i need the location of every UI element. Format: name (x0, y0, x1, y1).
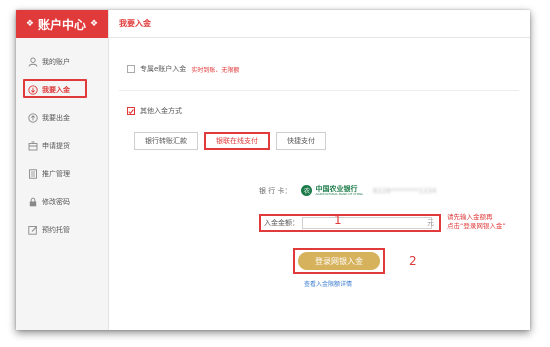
view-limit-link[interactable]: 查看入金限额详情 (304, 279, 352, 288)
other-deposit-option[interactable]: 其他入金方式 (127, 106, 182, 116)
sidebar-item-label: 预约托管 (42, 226, 70, 234)
step-2-marker: 2 (409, 254, 417, 268)
sidebar-item-my-account[interactable]: 我的账户 (16, 50, 108, 74)
bank-account-number: 6228********1234 (372, 186, 437, 195)
user-icon (28, 57, 38, 67)
document-icon (28, 169, 38, 179)
abc-logo-icon: 农 (301, 185, 313, 196)
hint-line-2: 点击“登录网银入金” (447, 222, 506, 230)
hint-note: 请先输入金额再 点击“登录网银入金” (447, 213, 506, 231)
withdraw-icon (28, 113, 38, 123)
sidebar-item-label: 推广管理 (42, 170, 70, 178)
bank-card-row: 银 行 卡： 农 中国农业银行 AGRICULTURAL BANK OF CHI… (259, 185, 436, 196)
sidebar-item-label: 申请提货 (42, 142, 70, 150)
sidebar-item-deposit[interactable]: 我要入金 (16, 78, 108, 102)
sidebar-item-label: 我要出金 (42, 114, 70, 122)
tab-bank-transfer[interactable]: 银行转账汇款 (134, 132, 198, 150)
sidebar-item-custody[interactable]: 预约托管 (16, 218, 108, 242)
app-window: ❖ 账户中心 ❖ 我的账户 我要入金 我要出金 申请提货 推广管理 修改密码 预… (16, 10, 530, 330)
exclusive-note: 实时到账、无限额 (191, 66, 240, 74)
currency-unit: 元 (427, 219, 434, 227)
tab-quick-pay[interactable]: 快捷支付 (276, 132, 326, 150)
sidebar-item-password[interactable]: 修改密码 (16, 190, 108, 214)
diamond-icon: ❖ (90, 19, 99, 29)
tab-unionpay-online[interactable]: 银联在线支付 (204, 132, 270, 150)
sidebar-item-label: 修改密码 (42, 198, 70, 206)
sidebar-item-label: 我的账户 (42, 58, 70, 66)
box-icon (28, 141, 38, 151)
sidebar-item-withdraw[interactable]: 我要出金 (16, 106, 108, 130)
login-online-banking-button[interactable]: 登录网银入金 (298, 252, 380, 270)
amount-input[interactable] (302, 217, 432, 229)
payment-tabs: 银行转账汇款 银联在线支付 快捷支付 (134, 132, 326, 150)
other-checkbox[interactable] (127, 107, 135, 115)
bank-name: 中国农业银行 AGRICULTURAL BANK OF CHINA (315, 185, 363, 196)
sidebar: ❖ 账户中心 ❖ 我的账户 我要入金 我要出金 申请提货 推广管理 修改密码 预… (16, 10, 109, 330)
sidebar-title: 账户中心 (37, 17, 86, 32)
page-title: 我要入金 (109, 10, 530, 38)
check-icon (128, 108, 134, 114)
exclusive-label: 专属e账户入金 (140, 65, 187, 73)
other-label: 其他入金方式 (140, 107, 182, 115)
login-button-highlight: 登录网银入金 (293, 248, 385, 274)
sidebar-header: ❖ 账户中心 ❖ (16, 10, 108, 38)
sidebar-item-label: 我要入金 (42, 86, 70, 94)
edit-icon (28, 225, 38, 235)
bank-name-en: AGRICULTURAL BANK OF CHINA (315, 191, 363, 196)
sidebar-menu: 我的账户 我要入金 我要出金 申请提货 推广管理 修改密码 预约托管 (16, 50, 108, 246)
bank-logo: 农 中国农业银行 AGRICULTURAL BANK OF CHINA (301, 185, 363, 196)
sidebar-item-promotion[interactable]: 推广管理 (16, 162, 108, 186)
lock-icon (28, 197, 38, 207)
deposit-icon (28, 85, 38, 95)
amount-field-group: 入金金额： 元 (259, 214, 441, 232)
divider (119, 90, 519, 91)
step-1-marker: 1 (334, 213, 342, 227)
exclusive-checkbox[interactable] (127, 65, 135, 73)
exclusive-deposit-option[interactable]: 专属e账户入金 实时到账、无限额 (127, 64, 239, 74)
hint-line-1: 请先输入金额再 (447, 213, 493, 221)
main-panel: 我要入金 专属e账户入金 实时到账、无限额 其他入金方式 银行转账汇款 银联在线… (109, 10, 530, 330)
diamond-icon: ❖ (25, 19, 34, 29)
sidebar-item-pickup[interactable]: 申请提货 (16, 134, 108, 158)
amount-label: 入金金额： (264, 219, 299, 227)
bank-card-label: 银 行 卡： (259, 186, 292, 195)
